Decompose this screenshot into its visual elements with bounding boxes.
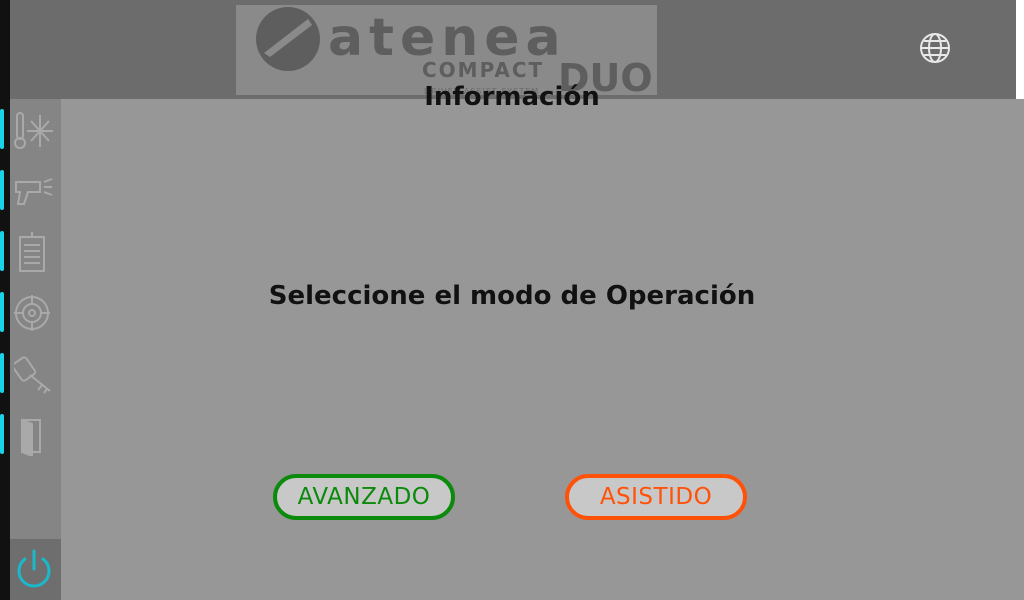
logo-compact-text: COMPACT (422, 58, 544, 82)
active-marker (0, 414, 4, 454)
power-icon (17, 549, 51, 588)
headlight-icon (15, 178, 53, 205)
sidebar-item-key[interactable] (0, 349, 61, 397)
sidebar-item-document[interactable] (0, 227, 61, 275)
advanced-mode-button[interactable]: AVANZADO (273, 474, 455, 520)
active-marker (0, 231, 4, 271)
dialog-message: Seleccione el modo de Operación (268, 281, 756, 311)
sidebar (0, 99, 61, 600)
key-icon (14, 356, 51, 394)
sidebar-item-climate[interactable] (0, 105, 61, 153)
document-icon (19, 232, 45, 272)
active-marker (0, 170, 4, 210)
active-marker (0, 109, 4, 149)
dialog-title: Información (424, 82, 600, 112)
thermometer-snowflake-icon (14, 112, 53, 149)
sidebar-item-lights[interactable] (0, 166, 61, 214)
sidebar-item-door[interactable] (0, 410, 61, 458)
assisted-mode-button[interactable]: ASISTIDO (565, 474, 747, 520)
active-marker (0, 353, 4, 393)
globe-icon[interactable] (918, 31, 952, 65)
door-icon (21, 418, 41, 456)
power-button[interactable] (10, 539, 61, 600)
